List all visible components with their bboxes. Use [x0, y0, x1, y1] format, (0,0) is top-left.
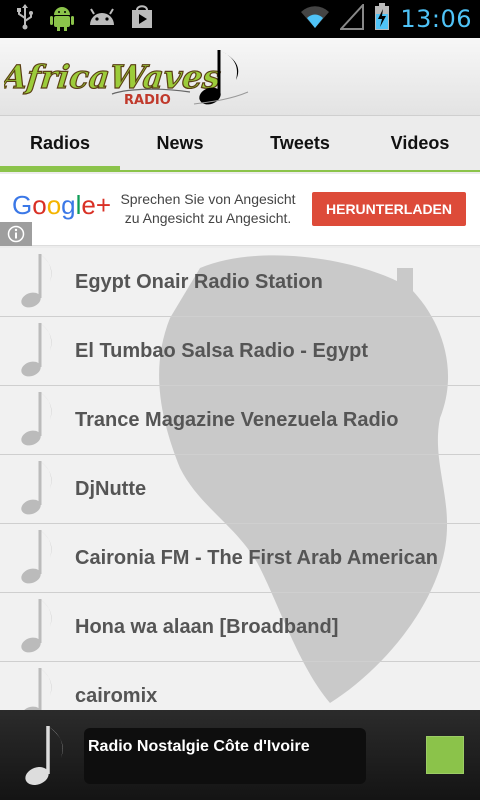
ad-banner[interactable]: Google+ Sprechen Sie von Angesicht zu An…	[0, 174, 480, 246]
android-debug-icon	[50, 3, 74, 35]
ad-text: Sprechen Sie von Angesicht zu Angesicht …	[120, 191, 296, 226]
svg-text:RADIO: RADIO	[124, 93, 171, 108]
radio-name: Egypt Onair Radio Station	[75, 270, 323, 293]
play-store-icon	[130, 5, 154, 33]
info-icon[interactable]	[0, 222, 32, 246]
status-bar: 13:06	[0, 0, 480, 38]
tab-radios[interactable]: Radios	[0, 116, 120, 172]
list-item[interactable]: Egypt Onair Radio Station	[0, 248, 480, 317]
tab-bar: Radios News Tweets Videos	[0, 116, 480, 172]
list-item[interactable]: Caironia FM - The First Arab American	[0, 524, 480, 593]
battery-charging-icon	[374, 3, 390, 35]
radio-name: El Tumbao Salsa Radio - Egypt	[75, 339, 369, 362]
music-note-icon	[25, 726, 63, 785]
radio-name: cairomix	[75, 684, 158, 707]
android-icon	[88, 7, 116, 31]
radio-list: Egypt Onair Radio Station El Tumbao Sals…	[0, 248, 480, 710]
signal-icon	[339, 2, 365, 34]
player-bar: Radio Nostalgie Côte d'Ivoire	[0, 710, 480, 800]
list-item[interactable]: Trance Magazine Venezuela Radio	[0, 386, 480, 455]
clock: 13:06	[400, 5, 472, 33]
list-item[interactable]: DjNutte	[0, 455, 480, 524]
now-playing-title: Radio Nostalgie Côte d'Ivoire	[88, 738, 310, 755]
usb-icon	[14, 4, 36, 34]
music-note-icon	[21, 392, 52, 446]
music-note-icon	[21, 461, 52, 515]
music-note-icon	[21, 530, 52, 584]
ad-logo: Google+	[12, 190, 112, 220]
app-logo: AfricaWaves RADIO	[0, 44, 254, 110]
radio-name: Caironia FM - The First Arab American	[75, 546, 439, 569]
music-note-icon	[21, 254, 52, 308]
music-note-icon	[21, 668, 52, 710]
wifi-icon	[300, 4, 330, 34]
radio-name: Trance Magazine Venezuela Radio	[75, 408, 399, 431]
stop-button[interactable]	[426, 736, 464, 774]
music-note-icon	[21, 323, 52, 377]
music-note-icon	[21, 599, 52, 653]
tab-videos[interactable]: Videos	[360, 116, 480, 170]
list-item[interactable]: Hona wa alaan [Broadband]	[0, 593, 480, 662]
radio-name: DjNutte	[75, 477, 147, 500]
svg-text:AfricaWaves: AfricaWaves	[4, 58, 223, 96]
ad-download-button[interactable]: HERUNTERLADEN	[312, 192, 466, 226]
list-item[interactable]: El Tumbao Salsa Radio - Egypt	[0, 317, 480, 386]
now-playing-box: Radio Nostalgie Côte d'Ivoire	[84, 728, 366, 784]
radio-name: Hona wa alaan [Broadband]	[75, 615, 339, 638]
tab-tweets[interactable]: Tweets	[240, 116, 360, 170]
app-header: AfricaWaves RADIO	[0, 38, 480, 116]
tab-news[interactable]: News	[120, 116, 240, 170]
list-item[interactable]: cairomix	[0, 662, 480, 710]
